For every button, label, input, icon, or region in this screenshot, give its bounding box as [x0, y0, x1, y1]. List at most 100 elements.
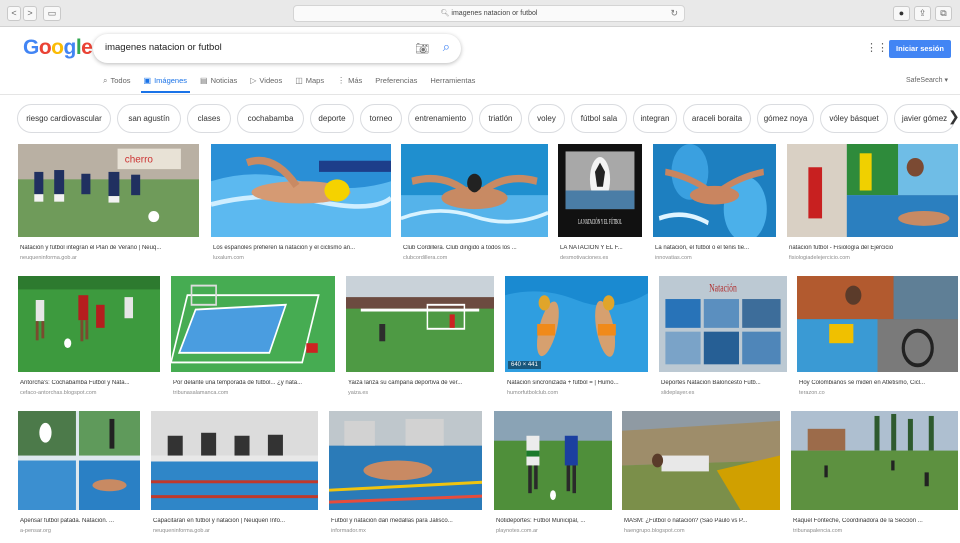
result-thumbnail[interactable] — [401, 144, 548, 237]
result-caption[interactable]: Natación y fútbol integran el Plan de Ve… — [20, 245, 199, 251]
reload-icon[interactable]: ↻ — [670, 6, 678, 21]
tab-videos[interactable]: ▷ Videos — [250, 76, 282, 93]
image-result[interactable]: Por delante una temporada de fútbol... ¿… — [171, 276, 335, 398]
result-caption[interactable]: MASM: ¿Fútbol o natación? (São Paulo vs … — [624, 518, 780, 524]
related-chip[interactable]: araceli boraita — [683, 104, 751, 133]
sidebar-toggle-icon[interactable]: ▭ — [43, 6, 61, 21]
related-chip[interactable]: gómez noya — [757, 104, 814, 133]
search-input[interactable]: imagenes natacion or futbol 📷︎ ⌕ — [93, 34, 461, 63]
related-chip[interactable]: entrenamiento — [408, 104, 473, 133]
extension-icon[interactable]: ● — [893, 6, 910, 21]
image-result[interactable]: natacion futbol - Fisiología del Ejercic… — [787, 144, 958, 263]
image-result[interactable]: MASM: ¿Fútbol o natación? (São Paulo vs … — [622, 411, 780, 536]
result-caption[interactable]: Raquel Fonteche, Coordinadora de la Secc… — [793, 518, 958, 524]
result-thumbnail[interactable] — [18, 276, 160, 372]
result-caption[interactable]: La natación, el fútbol o el tenis tie... — [655, 245, 776, 251]
image-result[interactable]: LA NATACIÓN Y EL FÚTBOL LA NATACIÓN Y EL … — [558, 144, 642, 263]
result-caption[interactable]: LA NATACIÓN Y EL F... — [560, 245, 642, 251]
image-result[interactable]: Natación Deportes Natación Baloncesto Fut… — [659, 276, 787, 398]
tab-herramientas[interactable]: Herramientas — [430, 76, 475, 93]
related-chip[interactable]: cochabamba — [237, 104, 304, 133]
result-caption[interactable]: Notideportes: Fútbol Municipal, ... — [496, 518, 612, 524]
related-chip[interactable]: triatlón — [479, 104, 522, 133]
tab-imagenes[interactable]: ▣ Imágenes — [140, 76, 190, 93]
address-text: imagenes natacion or futbol — [451, 10, 538, 17]
back-button[interactable]: < — [7, 6, 21, 21]
result-thumbnail[interactable] — [329, 411, 482, 510]
image-result[interactable]: Apensar futbol patada. Natación. ... a-pe… — [18, 411, 140, 536]
result-caption[interactable]: Antorcha's: Cochabamba Futbol y Nata... — [20, 380, 160, 386]
result-thumbnail[interactable]: LA NATACIÓN Y EL FÚTBOL — [558, 144, 642, 237]
result-caption[interactable]: Deportes Natación Baloncesto Futb... — [661, 380, 787, 386]
related-chip[interactable]: integran — [633, 104, 677, 133]
related-chip[interactable]: deporte — [310, 104, 354, 133]
browser-toolbar: < > ▭ 🔍︎ imagenes natacion or futbol ↻ ●… — [0, 0, 960, 27]
result-thumbnail[interactable] — [797, 276, 958, 372]
related-chip[interactable]: torneo — [360, 104, 402, 133]
result-thumbnail[interactable]: cherro — [18, 144, 199, 237]
result-thumbnail[interactable]: Natación — [659, 276, 787, 372]
result-caption[interactable]: Hoy Colombianos se miden en Atletismo, C… — [799, 380, 958, 386]
image-result[interactable]: Raquel Fonteche, Coordinadora de la Secc… — [791, 411, 958, 536]
result-source: slideplayer.es — [661, 390, 695, 396]
address-bar[interactable]: 🔍︎ imagenes natacion or futbol ↻ — [293, 5, 685, 22]
related-chip[interactable]: vóley básquet — [820, 104, 888, 133]
result-thumbnail[interactable] — [211, 144, 391, 237]
result-source: luxalum.com — [213, 255, 244, 261]
image-result[interactable]: Futbol y natación dan medallas para Jali… — [329, 411, 482, 536]
tab-todos[interactable]: ⌕ Todos — [103, 76, 131, 93]
result-caption[interactable]: Por delante una temporada de fútbol... ¿… — [173, 380, 335, 386]
result-caption[interactable]: Futbol y natación dan medallas para Jali… — [331, 518, 482, 524]
image-result[interactable]: Capacitarán en fútbol y natación | Neuqu… — [151, 411, 318, 536]
result-thumbnail[interactable] — [653, 144, 776, 237]
image-result[interactable]: 640 × 441 Natación sincronizada + fútbol … — [505, 276, 648, 398]
chevron-right-icon[interactable]: ❯ — [948, 108, 960, 125]
result-caption[interactable]: natacion futbol - Fisiología del Ejercic… — [789, 245, 958, 251]
result-thumbnail[interactable] — [787, 144, 958, 237]
share-icon[interactable]: ⇪ — [914, 6, 931, 21]
image-result[interactable]: Notideportes: Fútbol Municipal, ... playn… — [494, 411, 612, 536]
related-chip[interactable]: javier gómez — [894, 104, 955, 133]
image-result[interactable]: Yaiza lanza su campaña deportiva de ver.… — [346, 276, 494, 398]
related-chip[interactable]: fútbol sala — [571, 104, 627, 133]
page: { "browser":{"url":"imagenes natacion or… — [0, 0, 960, 543]
tab-mas[interactable]: ⋮ Más — [337, 76, 362, 93]
result-source: fisiologiadelejercicio.com — [789, 255, 850, 261]
image-result[interactable]: Antorcha's: Cochabamba Futbol y Nata... c… — [18, 276, 160, 398]
result-caption[interactable]: Yaiza lanza su campaña deportiva de ver.… — [348, 380, 494, 386]
result-thumbnail[interactable] — [791, 411, 958, 510]
result-caption[interactable]: Capacitarán en fútbol y natación | Neuqu… — [153, 518, 318, 524]
forward-button[interactable]: > — [23, 6, 37, 21]
result-thumbnail[interactable] — [622, 411, 780, 510]
result-source: haengrupo.blogspot.com — [624, 528, 685, 534]
safesearch-toggle[interactable]: SafeSearch ▾ — [906, 76, 948, 84]
signin-button[interactable]: Iniciar sesión — [889, 40, 951, 58]
result-thumbnail[interactable] — [18, 411, 140, 510]
result-caption[interactable]: Club Cordillera. Club dirigido a todos l… — [403, 245, 548, 251]
google-logo[interactable]: Google — [23, 36, 93, 60]
tab-preferencias[interactable]: Preferencias — [375, 76, 417, 93]
result-thumbnail[interactable] — [151, 411, 318, 510]
tabs-icon[interactable]: ⧉ — [935, 6, 952, 21]
related-chip[interactable]: riesgo cardiovascular — [17, 104, 111, 133]
search-icon[interactable]: ⌕ — [443, 39, 450, 55]
related-chip[interactable]: clases — [187, 104, 231, 133]
image-result[interactable]: Club Cordillera. Club dirigido a todos l… — [401, 144, 548, 263]
image-result[interactable]: Hoy Colombianos se miden en Atletismo, C… — [797, 276, 958, 398]
result-thumbnail[interactable]: 640 × 441 — [505, 276, 648, 372]
tab-noticias[interactable]: ▤ Noticias — [200, 76, 237, 93]
tab-maps[interactable]: ◫ Maps — [295, 76, 324, 93]
result-source: neuqueninforma.gob.ar — [20, 255, 77, 261]
result-caption[interactable]: Los españoles prefieren la natación y el… — [213, 245, 391, 251]
result-thumbnail[interactable] — [346, 276, 494, 372]
image-result[interactable]: cherro Natación y fútbol integran el Pla… — [18, 144, 199, 263]
related-chip[interactable]: san agustín — [117, 104, 181, 133]
result-thumbnail[interactable] — [494, 411, 612, 510]
related-chip[interactable]: voley — [528, 104, 565, 133]
image-result[interactable]: La natación, el fútbol o el tenis tie...… — [653, 144, 776, 263]
result-caption[interactable]: Apensar futbol patada. Natación. ... — [20, 518, 140, 524]
result-thumbnail[interactable] — [171, 276, 335, 372]
image-result[interactable]: Los españoles prefieren la natación y el… — [211, 144, 391, 263]
result-caption[interactable]: Natación sincronizada + fútbol = | Humo.… — [507, 380, 648, 386]
camera-icon[interactable]: 📷︎ — [415, 42, 429, 55]
